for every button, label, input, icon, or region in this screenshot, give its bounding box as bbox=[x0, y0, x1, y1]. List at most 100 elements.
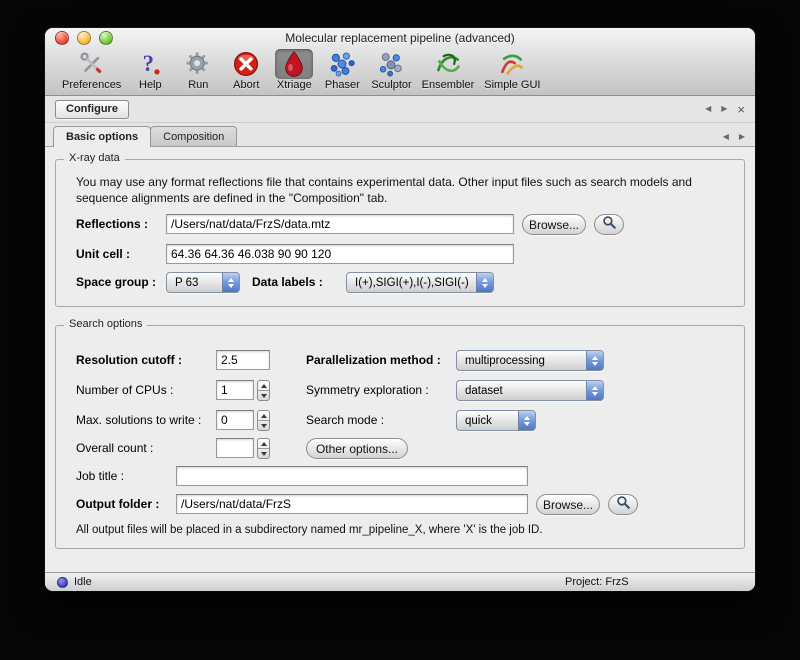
xray-description: You may use any format reflections file … bbox=[76, 174, 722, 206]
search-mode-label: Search mode : bbox=[306, 413, 384, 427]
toolbar-label-help: Help bbox=[139, 79, 162, 91]
chevron-up-down-icon bbox=[222, 273, 239, 292]
max-solutions-stepper[interactable] bbox=[257, 410, 270, 431]
parallelization-method-label: Parallelization method : bbox=[306, 353, 441, 367]
other-options-button[interactable]: Other options... bbox=[306, 438, 408, 459]
help-icon: ? bbox=[131, 49, 169, 79]
output-folder-input[interactable] bbox=[176, 494, 528, 514]
space-group-label: Space group : bbox=[76, 275, 156, 289]
output-folder-browse-label: Browse... bbox=[543, 498, 593, 512]
overall-count-label: Overall count : bbox=[76, 441, 153, 455]
abort-icon bbox=[227, 49, 265, 79]
stepper-up-icon[interactable] bbox=[258, 439, 269, 448]
toolbar-label-preferences: Preferences bbox=[62, 79, 121, 91]
window-chrome: Molecular replacement pipeline (advanced… bbox=[45, 28, 755, 96]
toolbar-button-run[interactable]: Run bbox=[174, 49, 222, 91]
project-label: Project: FrzS bbox=[565, 576, 629, 588]
data-labels-select[interactable]: I(+),SIGI(+),I(-),SIGI(-) bbox=[346, 272, 494, 293]
output-folder-browse-button[interactable]: Browse... bbox=[536, 494, 600, 515]
output-note: All output files will be placed in a sub… bbox=[76, 524, 722, 536]
resolution-cutoff-label: Resolution cutoff : bbox=[76, 353, 182, 367]
tab-basic-options-label: Basic options bbox=[66, 131, 138, 143]
stepper-up-icon[interactable] bbox=[258, 411, 269, 420]
toolbar-button-help[interactable]: ? Help bbox=[126, 49, 174, 91]
parallelization-method-select[interactable]: multiprocessing bbox=[456, 350, 604, 371]
overall-count-stepper[interactable] bbox=[257, 438, 270, 459]
toolbar-button-abort[interactable]: Abort bbox=[222, 49, 270, 91]
stepper-down-icon[interactable] bbox=[258, 420, 269, 430]
overall-count-input[interactable] bbox=[216, 438, 254, 458]
tab-composition[interactable]: Composition bbox=[150, 126, 237, 146]
tab-basic-options[interactable]: Basic options bbox=[53, 126, 151, 147]
simple-gui-icon bbox=[493, 49, 531, 79]
status-text: Idle bbox=[74, 576, 92, 588]
data-labels-label: Data labels : bbox=[252, 275, 323, 289]
toolbar-label-sculptor: Sculptor bbox=[371, 79, 411, 91]
chevron-up-down-icon bbox=[586, 381, 603, 400]
max-solutions-label: Max. solutions to write : bbox=[76, 413, 201, 427]
magnifier-icon bbox=[602, 215, 617, 235]
toolbar-label-phaser: Phaser bbox=[325, 79, 360, 91]
toolbar: Preferences ? Help bbox=[45, 48, 755, 95]
chevron-up-down-icon bbox=[476, 273, 493, 292]
search-mode-select[interactable]: quick bbox=[456, 410, 536, 431]
search-options-legend: Search options bbox=[64, 318, 147, 330]
run-icon bbox=[179, 49, 217, 79]
parallelization-method-value: multiprocessing bbox=[465, 355, 545, 367]
toolbar-button-sculptor[interactable]: Sculptor bbox=[366, 49, 416, 91]
reflections-view-button[interactable] bbox=[594, 214, 624, 235]
max-solutions-input[interactable] bbox=[216, 410, 254, 430]
job-title-label: Job title : bbox=[76, 469, 124, 483]
unit-cell-input[interactable] bbox=[166, 244, 514, 264]
toolbar-button-preferences[interactable]: Preferences bbox=[57, 49, 126, 91]
main-content: X-ray data You may use any format reflec… bbox=[45, 147, 755, 579]
ensembler-icon bbox=[429, 49, 467, 79]
toolbar-button-simple-gui[interactable]: Simple GUI bbox=[479, 49, 545, 91]
tab-composition-label: Composition bbox=[163, 131, 224, 143]
toolbar-label-run: Run bbox=[188, 79, 208, 91]
reflections-input[interactable] bbox=[166, 214, 514, 234]
tab-nav: ◀ ▶ bbox=[723, 133, 745, 141]
toolbar-label-ensembler: Ensembler bbox=[422, 79, 475, 91]
stepper-down-icon[interactable] bbox=[258, 448, 269, 458]
titlebar[interactable]: Molecular replacement pipeline (advanced… bbox=[45, 28, 755, 48]
job-title-input[interactable] bbox=[176, 466, 528, 486]
app-window: Molecular replacement pipeline (advanced… bbox=[45, 28, 755, 591]
stepper-up-icon[interactable] bbox=[258, 381, 269, 390]
stepper-down-icon[interactable] bbox=[258, 390, 269, 400]
reflections-browse-button[interactable]: Browse... bbox=[522, 214, 586, 235]
toolbar-label-xtriage: Xtriage bbox=[277, 79, 312, 91]
configure-tab-label: Configure bbox=[66, 103, 118, 115]
configure-bar: Configure ◀ ▶ × bbox=[45, 96, 755, 123]
tab-scroll-right-icon[interactable]: ▶ bbox=[739, 133, 745, 141]
search-options-group: Search options Resolution cutoff : Paral… bbox=[55, 325, 745, 549]
cpus-stepper[interactable] bbox=[257, 380, 270, 401]
reflections-browse-label: Browse... bbox=[529, 218, 579, 232]
output-folder-label: Output folder : bbox=[76, 497, 159, 511]
svg-text:?: ? bbox=[143, 51, 154, 76]
toolbar-button-phaser[interactable]: Phaser bbox=[318, 49, 366, 91]
configure-tab[interactable]: Configure bbox=[55, 100, 129, 119]
tab-scroll-left-icon[interactable]: ◀ bbox=[723, 133, 729, 141]
symmetry-exploration-value: dataset bbox=[465, 385, 503, 397]
sculptor-icon bbox=[372, 49, 410, 79]
toolbar-label-simple-gui: Simple GUI bbox=[484, 79, 540, 91]
toolbar-button-xtriage[interactable]: Xtriage bbox=[270, 49, 318, 91]
data-labels-value: I(+),SIGI(+),I(-),SIGI(-) bbox=[355, 277, 469, 289]
status-bar: Idle Project: FrzS bbox=[45, 572, 755, 591]
unit-cell-label: Unit cell : bbox=[76, 247, 130, 261]
window-title: Molecular replacement pipeline (advanced… bbox=[45, 31, 755, 45]
nav-forward-icon[interactable]: ▶ bbox=[721, 105, 727, 113]
close-tab-icon[interactable]: × bbox=[737, 103, 745, 116]
number-of-cpus-input[interactable] bbox=[216, 380, 254, 400]
nav-back-icon[interactable]: ◀ bbox=[705, 105, 711, 113]
symmetry-exploration-label: Symmetry exploration : bbox=[306, 383, 429, 397]
output-folder-view-button[interactable] bbox=[608, 494, 638, 515]
status-indicator-icon bbox=[57, 577, 68, 588]
space-group-select[interactable]: P 63 bbox=[166, 272, 240, 293]
symmetry-exploration-select[interactable]: dataset bbox=[456, 380, 604, 401]
resolution-cutoff-input[interactable] bbox=[216, 350, 270, 370]
toolbar-label-abort: Abort bbox=[233, 79, 259, 91]
toolbar-button-ensembler[interactable]: Ensembler bbox=[417, 49, 480, 91]
chevron-up-down-icon bbox=[586, 351, 603, 370]
